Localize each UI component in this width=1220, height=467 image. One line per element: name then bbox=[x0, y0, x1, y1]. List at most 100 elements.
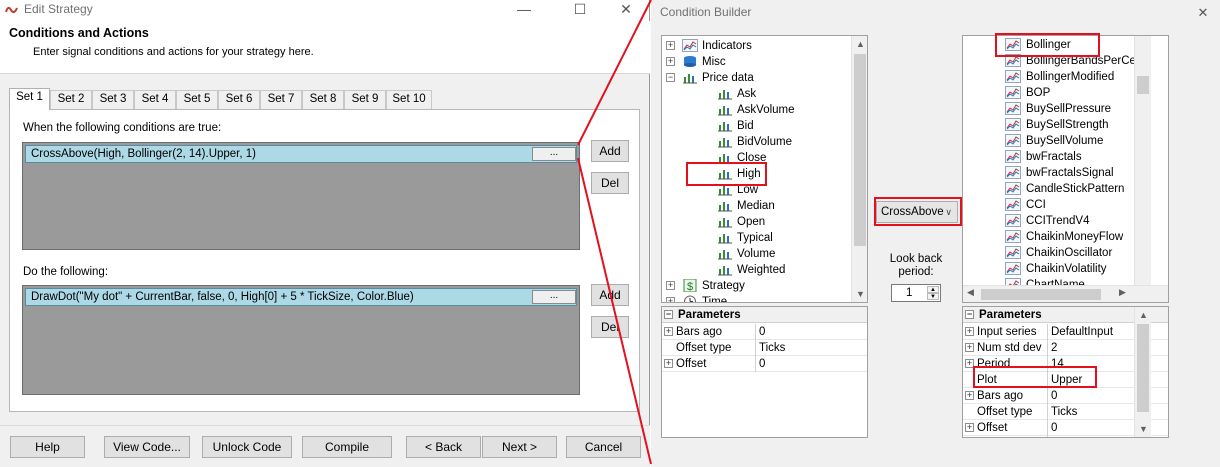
param-value[interactable]: 0 bbox=[755, 324, 765, 340]
left-tree-scrollbar[interactable]: ▲ ▼ bbox=[851, 36, 867, 302]
param-value[interactable]: 0 bbox=[1047, 388, 1057, 404]
tree-node-indicators[interactable]: + Indicators bbox=[662, 38, 850, 54]
collapse-icon[interactable]: − bbox=[965, 310, 974, 319]
compile-button[interactable]: Compile bbox=[302, 436, 392, 458]
hscroll-thumb[interactable] bbox=[981, 289, 1101, 300]
tree-node-candlestickpattern[interactable]: CandleStickPattern bbox=[963, 181, 1133, 197]
tab-set-8[interactable]: Set 8 bbox=[302, 90, 344, 109]
tree-node-open[interactable]: Open bbox=[662, 214, 850, 230]
minimize-button[interactable]: — bbox=[504, 0, 544, 21]
tree-node-chaikinvolatility[interactable]: ChaikinVolatility bbox=[963, 261, 1133, 277]
expand-icon[interactable]: + bbox=[664, 327, 673, 336]
param-value[interactable]: 2 bbox=[1047, 340, 1057, 356]
param-value[interactable]: 0 bbox=[755, 356, 765, 372]
action-row[interactable]: DrawDot("My dot" + CurrentBar, false, 0,… bbox=[25, 288, 577, 306]
tree-node-buysellpressure[interactable]: BuySellPressure bbox=[963, 101, 1133, 117]
condition-builder-close-button[interactable]: ✕ bbox=[1190, 4, 1216, 22]
right-tree-hscrollbar[interactable]: ◀ ▶ bbox=[963, 285, 1168, 302]
tree-node-bwfractalssignal[interactable]: bwFractalsSignal bbox=[963, 165, 1133, 181]
expand-icon[interactable]: + bbox=[965, 343, 974, 352]
scroll-down-arrow-icon[interactable]: ▼ bbox=[1135, 421, 1152, 437]
param-value[interactable]: False bbox=[1047, 436, 1079, 437]
lookback-period-spinner[interactable]: 1 ▲ ▼ bbox=[891, 284, 941, 302]
param-value[interactable]: DefaultInput bbox=[1047, 324, 1113, 340]
tab-set-2[interactable]: Set 2 bbox=[50, 90, 92, 109]
delete-condition-button[interactable]: Del bbox=[591, 172, 629, 194]
expand-icon[interactable]: + bbox=[666, 297, 675, 302]
tree-node-askvolume[interactable]: AskVolume bbox=[662, 102, 850, 118]
tree-node-typical[interactable]: Typical bbox=[662, 230, 850, 246]
scroll-thumb[interactable] bbox=[1137, 324, 1149, 412]
tree-node-weighted[interactable]: Weighted bbox=[662, 262, 850, 278]
tree-node-buysellvolume[interactable]: BuySellVolume bbox=[963, 133, 1133, 149]
action-edit-button[interactable]: ... bbox=[532, 290, 576, 304]
condition-row[interactable]: CrossAbove(High, Bollinger(2, 14).Upper,… bbox=[25, 145, 577, 163]
delete-action-button[interactable]: Del bbox=[591, 316, 629, 338]
scroll-up-arrow-icon[interactable]: ▲ bbox=[1135, 307, 1152, 323]
param-row-offset[interactable]: + Offset 0 bbox=[662, 356, 867, 372]
param-value[interactable]: Ticks bbox=[1047, 404, 1077, 420]
right-item-tree[interactable]: Bollinger BollingerBandsPerCent BollingerM… bbox=[962, 35, 1169, 303]
tree-node-bidvolume[interactable]: BidVolume bbox=[662, 134, 850, 150]
scroll-thumb[interactable] bbox=[854, 54, 866, 246]
add-condition-button[interactable]: Add bbox=[591, 140, 629, 162]
tree-node-volume[interactable]: Volume bbox=[662, 246, 850, 262]
close-button[interactable]: ✕ bbox=[606, 0, 646, 21]
tree-node-bollingermodified[interactable]: BollingerModified bbox=[963, 69, 1133, 85]
back-button[interactable]: < Back bbox=[406, 436, 481, 458]
add-action-button[interactable]: Add bbox=[591, 284, 629, 306]
tree-node-cci[interactable]: CCI bbox=[963, 197, 1133, 213]
tab-set-3[interactable]: Set 3 bbox=[92, 90, 134, 109]
param-value[interactable]: 0 bbox=[1047, 420, 1057, 436]
tree-node-time[interactable]: + Time bbox=[662, 294, 850, 302]
spin-up-icon[interactable]: ▲ bbox=[927, 286, 939, 293]
tree-node-chaikinoscillator[interactable]: ChaikinOscillator bbox=[963, 245, 1133, 261]
expand-icon[interactable]: + bbox=[666, 41, 675, 50]
next-button[interactable]: Next > bbox=[482, 436, 557, 458]
tab-set-4[interactable]: Set 4 bbox=[134, 90, 176, 109]
left-parameters-grid[interactable]: − Parameters + Bars ago 0 Offset type Ticks +… bbox=[661, 306, 868, 438]
tree-node-bid[interactable]: Bid bbox=[662, 118, 850, 134]
cancel-button[interactable]: Cancel bbox=[566, 436, 641, 458]
unlock-code-button[interactable]: Unlock Code bbox=[202, 436, 292, 458]
right-tree-scrollbar[interactable] bbox=[1134, 36, 1151, 302]
tree-node-strategy[interactable]: + $ Strategy bbox=[662, 278, 850, 294]
tree-node-bop[interactable]: BOP bbox=[963, 85, 1133, 101]
tab-set-9[interactable]: Set 9 bbox=[344, 90, 386, 109]
tab-set-5[interactable]: Set 5 bbox=[176, 90, 218, 109]
expand-icon[interactable]: + bbox=[965, 423, 974, 432]
expand-icon[interactable]: + bbox=[965, 327, 974, 336]
tree-node-bwfractals[interactable]: bwFractals bbox=[963, 149, 1133, 165]
param-row-offset-type[interactable]: Offset type Ticks bbox=[662, 340, 867, 356]
tab-set-6[interactable]: Set 6 bbox=[218, 90, 260, 109]
scroll-thumb[interactable] bbox=[1137, 76, 1149, 94]
tab-set-10[interactable]: Set 10 bbox=[386, 90, 432, 109]
actions-list[interactable]: DrawDot("My dot" + CurrentBar, false, 0,… bbox=[22, 285, 580, 395]
collapse-icon[interactable]: − bbox=[664, 310, 673, 319]
tree-node-price-data[interactable]: − Price data bbox=[662, 70, 850, 86]
scroll-left-arrow-icon[interactable]: ◀ bbox=[967, 287, 974, 298]
tree-node-median[interactable]: Median bbox=[662, 198, 850, 214]
collapse-icon[interactable]: − bbox=[666, 73, 675, 82]
scroll-up-arrow-icon[interactable]: ▲ bbox=[852, 36, 867, 52]
maximize-button[interactable]: ☐ bbox=[560, 0, 600, 21]
scroll-right-arrow-icon[interactable]: ▶ bbox=[1119, 287, 1126, 298]
tab-set-1[interactable]: Set 1 bbox=[9, 88, 50, 110]
scroll-down-arrow-icon[interactable]: ▼ bbox=[852, 286, 867, 302]
expand-icon[interactable]: + bbox=[666, 57, 675, 66]
expand-icon[interactable]: + bbox=[666, 281, 675, 290]
condition-edit-button[interactable]: ... bbox=[532, 147, 576, 161]
right-params-scrollbar[interactable]: ▲ ▼ bbox=[1134, 307, 1151, 437]
conditions-list[interactable]: CrossAbove(High, Bollinger(2, 14).Upper,… bbox=[22, 142, 580, 250]
tree-node-misc[interactable]: + Misc bbox=[662, 54, 850, 70]
tree-node-ask[interactable]: Ask bbox=[662, 86, 850, 102]
param-value[interactable]: Ticks bbox=[755, 340, 785, 356]
expand-icon[interactable]: + bbox=[965, 391, 974, 400]
tree-node-buysellstrength[interactable]: BuySellStrength bbox=[963, 117, 1133, 133]
tree-node-chaikinmoneyflow[interactable]: ChaikinMoneyFlow bbox=[963, 229, 1133, 245]
help-button[interactable]: Help bbox=[10, 436, 85, 458]
view-code-button[interactable]: View Code... bbox=[104, 436, 190, 458]
tree-node-ccitrendv4[interactable]: CCITrendV4 bbox=[963, 213, 1133, 229]
param-row-bars-ago[interactable]: + Bars ago 0 bbox=[662, 324, 867, 340]
expand-icon[interactable]: + bbox=[664, 359, 673, 368]
